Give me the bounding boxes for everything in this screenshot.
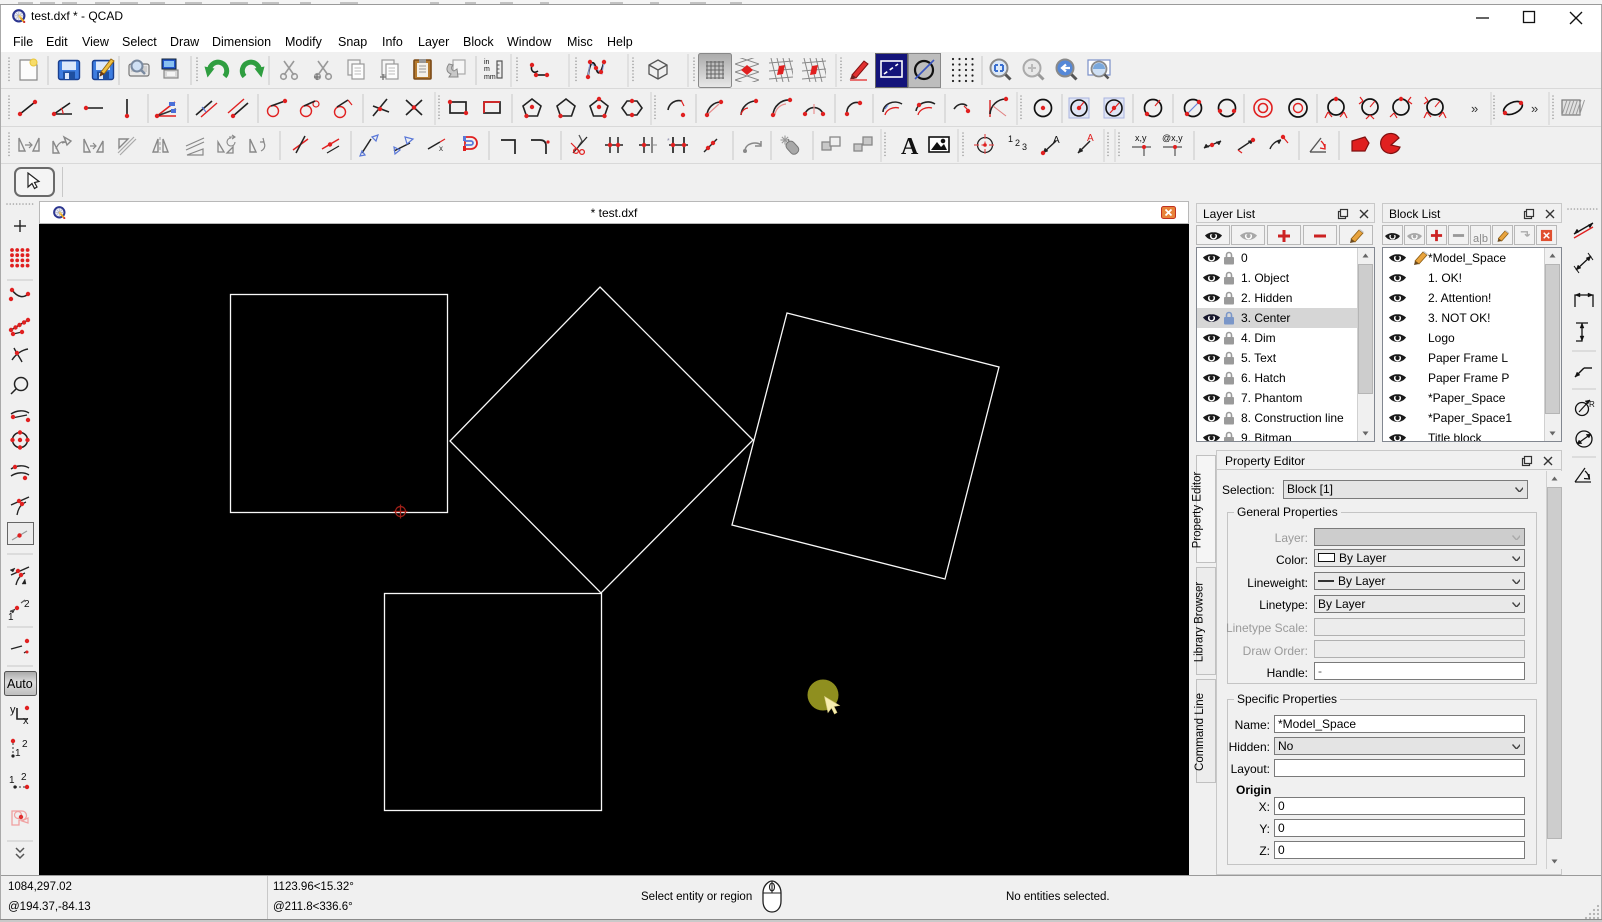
svg-text:A: A [1053, 135, 1060, 146]
svg-text:1: 1 [1008, 134, 1013, 144]
svg-text:mm: mm [484, 74, 496, 81]
svg-text:@x,y: @x,y [1162, 133, 1183, 143]
svg-text:m: m [484, 66, 490, 73]
svg-text:A: A [1087, 133, 1094, 144]
svg-text:1: 1 [9, 775, 15, 786]
svg-text:A: A [901, 134, 919, 160]
svg-text:x,y: x,y [1135, 133, 1147, 143]
svg-text:2: 2 [22, 739, 28, 750]
svg-text:in: in [484, 59, 490, 66]
svg-text:2: 2 [1015, 138, 1020, 148]
svg-text:*: * [667, 138, 670, 145]
svg-text:x: x [23, 715, 29, 727]
svg-text:»: » [1531, 101, 1538, 116]
svg-text:2: 2 [21, 772, 27, 783]
svg-text:»: » [1471, 101, 1478, 116]
svg-text:y: y [10, 704, 16, 716]
svg-text:1: 1 [15, 748, 21, 759]
svg-text:Auto: Auto [7, 677, 33, 691]
svg-text:3: 3 [1022, 142, 1027, 152]
svg-text:1: 1 [8, 612, 14, 623]
svg-text:x: x [439, 144, 443, 153]
svg-text:R: R [1589, 400, 1595, 409]
